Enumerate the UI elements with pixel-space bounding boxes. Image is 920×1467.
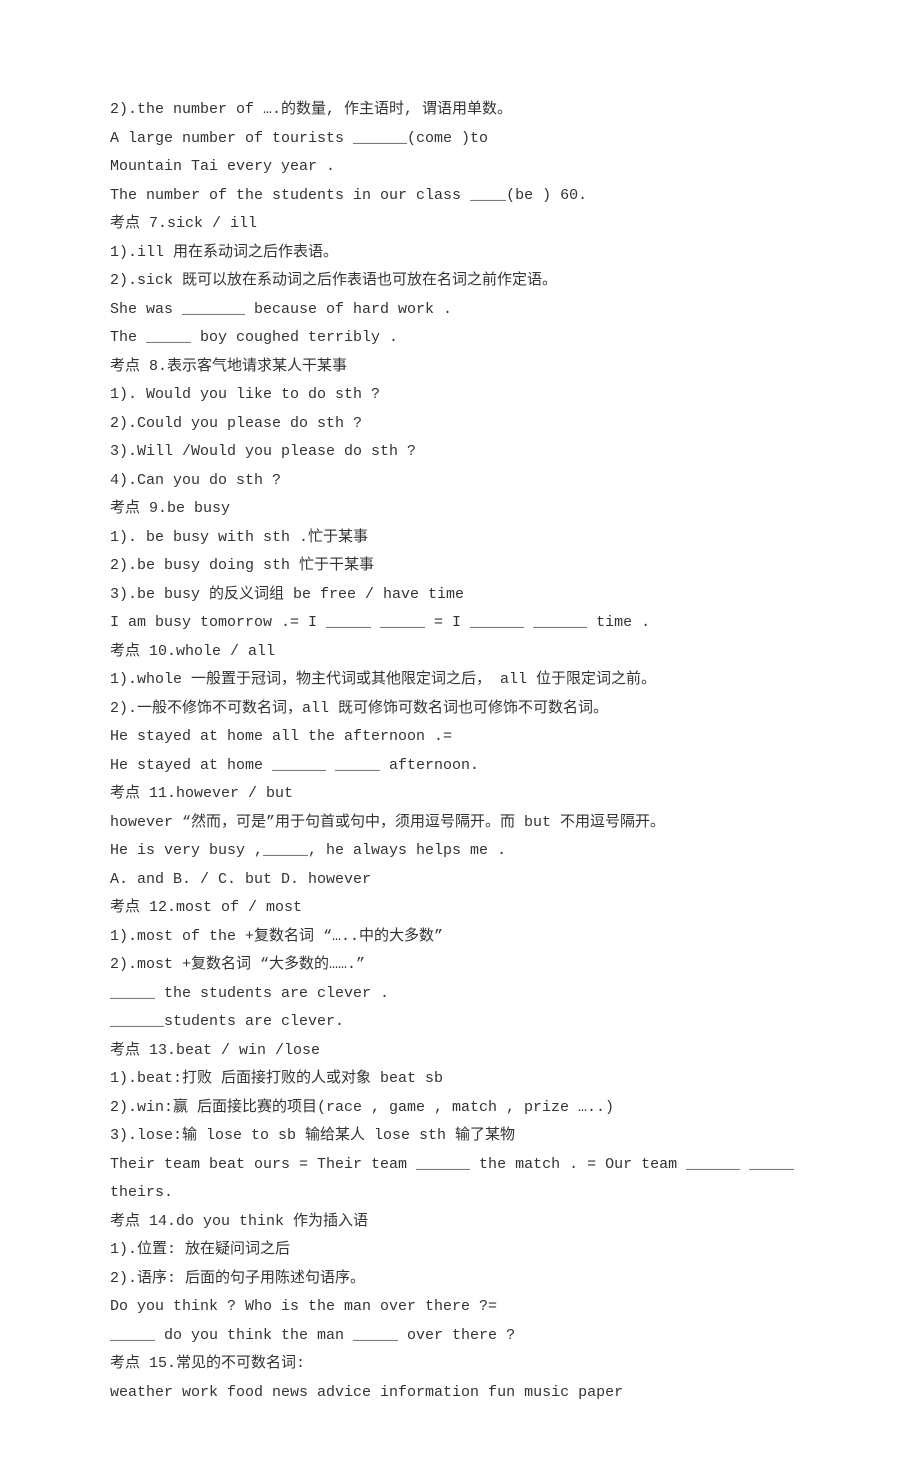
document-content: 2).the number of ….的数量, 作主语时, 谓语用单数。A la… [110, 96, 810, 1407]
text-line: 2).most +复数名词 “大多数的…….” [110, 951, 810, 980]
text-line: 考点 15.常见的不可数名词: [110, 1350, 810, 1379]
text-line: 考点 13.beat / win /lose [110, 1037, 810, 1066]
text-line: The number of the students in our class … [110, 182, 810, 211]
text-line: 2).be busy doing sth 忙于干某事 [110, 552, 810, 581]
text-line: 2).the number of ….的数量, 作主语时, 谓语用单数。 [110, 96, 810, 125]
text-line: 考点 10.whole / all [110, 638, 810, 667]
text-line: 1).位置: 放在疑问词之后 [110, 1236, 810, 1265]
text-line: 3).be busy 的反义词组 be free / have time [110, 581, 810, 610]
text-line: 2).Could you please do sth ? [110, 410, 810, 439]
text-line: weather work food news advice informatio… [110, 1379, 810, 1408]
text-line: 考点 9.be busy [110, 495, 810, 524]
text-line: 3).lose:输 lose to sb 输给某人 lose sth 输了某物 [110, 1122, 810, 1151]
text-line: 1).most of the +复数名词 “…..中的大多数” [110, 923, 810, 952]
text-line: She was _______ because of hard work . [110, 296, 810, 325]
text-line: 1).whole 一般置于冠词，物主代词或其他限定词之后， all 位于限定词之… [110, 666, 810, 695]
text-line: 1). Would you like to do sth ? [110, 381, 810, 410]
text-line: Do you think ? Who is the man over there… [110, 1293, 810, 1322]
text-line: I am busy tomorrow .= I _____ _____ = I … [110, 609, 810, 638]
text-line: 2).一般不修饰不可数名词，all 既可修饰可数名词也可修饰不可数名词。 [110, 695, 810, 724]
text-line: 2).win:赢 后面接比赛的项目(race , game , match , … [110, 1094, 810, 1123]
text-line: ______students are clever. [110, 1008, 810, 1037]
text-line: _____ do you think the man _____ over th… [110, 1322, 810, 1351]
text-line: 考点 14.do you think 作为插入语 [110, 1208, 810, 1237]
text-line: A. and B. / C. but D. however [110, 866, 810, 895]
text-line: 3).Will /Would you please do sth ? [110, 438, 810, 467]
text-line: 考点 7.sick / ill [110, 210, 810, 239]
text-line: He stayed at home all the afternoon .= [110, 723, 810, 752]
text-line: A large number of tourists ______(come )… [110, 125, 810, 154]
text-line: Mountain Tai every year . [110, 153, 810, 182]
document-page: 2).the number of ….的数量, 作主语时, 谓语用单数。A la… [0, 0, 920, 1467]
text-line: 1). be busy with sth .忙于某事 [110, 524, 810, 553]
text-line: 1).beat:打败 后面接打败的人或对象 beat sb [110, 1065, 810, 1094]
text-line: He is very busy ,_____, he always helps … [110, 837, 810, 866]
text-line: 2).sick 既可以放在系动词之后作表语也可放在名词之前作定语。 [110, 267, 810, 296]
text-line: _____ the students are clever . [110, 980, 810, 1009]
text-line: The _____ boy coughed terribly . [110, 324, 810, 353]
text-line: 4).Can you do sth ? [110, 467, 810, 496]
text-line: He stayed at home ______ _____ afternoon… [110, 752, 810, 781]
text-line: however “然而，可是”用于句首或句中，须用逗号隔开。而 but 不用逗号… [110, 809, 810, 838]
text-line: Their team beat ours = Their team ______… [110, 1151, 810, 1208]
text-line: 1).ill 用在系动词之后作表语。 [110, 239, 810, 268]
text-line: 2).语序: 后面的句子用陈述句语序。 [110, 1265, 810, 1294]
text-line: 考点 12.most of / most [110, 894, 810, 923]
text-line: 考点 8.表示客气地请求某人干某事 [110, 353, 810, 382]
text-line: 考点 11.however / but [110, 780, 810, 809]
